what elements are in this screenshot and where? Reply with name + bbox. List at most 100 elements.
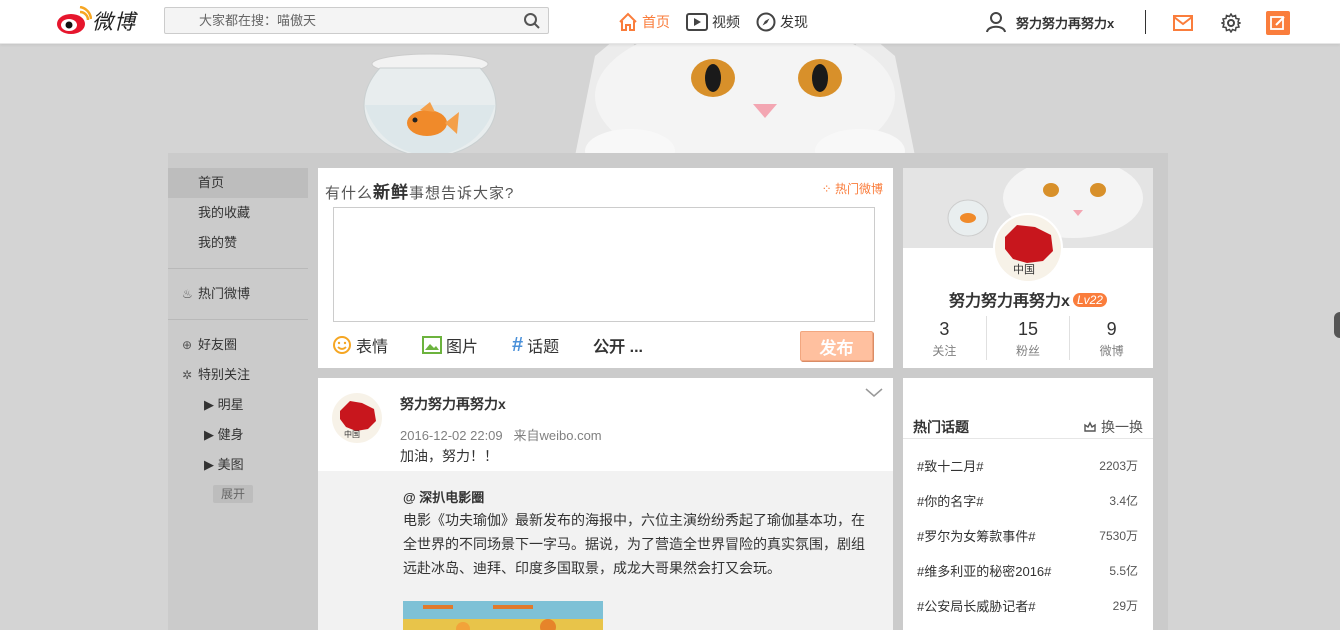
compass-icon bbox=[756, 12, 776, 32]
feed-source[interactable]: 来自weibo.com bbox=[514, 428, 602, 443]
publish-button[interactable]: 发布 bbox=[800, 331, 873, 361]
logo-text: 微博 bbox=[92, 11, 136, 34]
mail-icon bbox=[1173, 15, 1193, 31]
flame-icon: ♨ bbox=[182, 287, 193, 301]
profile-banner bbox=[0, 44, 1340, 164]
hot-topic-row[interactable]: #致十二月# 2203万 bbox=[903, 448, 1153, 483]
feed-avatar[interactable]: 中国 bbox=[332, 393, 382, 443]
feed-author-name[interactable]: 努力努力再努力x bbox=[400, 394, 506, 414]
hot-topic-count: 7530万 bbox=[1099, 529, 1138, 543]
sidebar-group-fitness[interactable]: ▶ 健身 bbox=[168, 420, 308, 450]
cat-illustration bbox=[545, 44, 945, 164]
refresh-icon bbox=[1084, 421, 1096, 432]
left-sidebar: 首页 我的收藏 我的赞 ♨ 热门微博 ⊕ 好友圈 ✲ 特别关注 ▶ 明星 ▶ 健身 ▶… bbox=[168, 168, 308, 503]
refresh-button[interactable]: 换一换 bbox=[1083, 417, 1143, 437]
sparkle-icon: ⁘ bbox=[821, 182, 835, 196]
post-composer: 有什么新鲜事想告诉大家? ⁘ 热门微博 表情 图片 # 话题 公开 ... 发布 bbox=[318, 168, 893, 368]
weibo-logo[interactable]: 微博 bbox=[56, 5, 136, 36]
sidebar-item-likes[interactable]: 我的赞 bbox=[168, 228, 308, 258]
repost-image[interactable] bbox=[403, 601, 603, 630]
top-bar: 微博 首页 视频 bbox=[0, 0, 1340, 44]
hot-topic-row[interactable]: #维多利亚的秘密2016# 5.5亿 bbox=[903, 553, 1153, 588]
sidebar-expand-button[interactable]: 展开 bbox=[213, 485, 253, 503]
repost-author[interactable]: @ 深扒电影圈 bbox=[403, 487, 484, 506]
chevron-down-icon bbox=[865, 388, 883, 397]
search-button[interactable] bbox=[516, 8, 548, 33]
settings-button[interactable] bbox=[1219, 11, 1243, 35]
stat-followers[interactable]: 15 粉丝 bbox=[985, 316, 1070, 360]
profile-card: 中国 努力努力再努力x Lv22 3 关注 15 粉丝 9 微博 bbox=[903, 168, 1153, 368]
hot-topics-title: 热门话题 bbox=[913, 419, 969, 435]
sidebar-item-home[interactable]: 首页 bbox=[168, 168, 308, 198]
triangle-icon: ▶ bbox=[204, 427, 218, 442]
hot-topic-row[interactable]: #公安局长威胁记者# 29万 bbox=[903, 588, 1153, 623]
composer-title-pre: 有什么 bbox=[325, 185, 374, 202]
gear-icon bbox=[1221, 13, 1241, 33]
hot-topic-row[interactable]: #你的名字# 3.4亿 bbox=[903, 483, 1153, 518]
nav-discover[interactable]: 发现 bbox=[756, 10, 808, 34]
image-icon bbox=[422, 336, 443, 354]
hot-topics-list: #致十二月# 2203万 #你的名字# 3.4亿 #罗尔为女筹款事件# 7530… bbox=[903, 448, 1153, 623]
sidebar-item-special[interactable]: ✲ 特别关注 bbox=[168, 360, 308, 390]
hashtag-icon: # bbox=[512, 333, 524, 356]
sidebar-item-hot[interactable]: ♨ 热门微博 bbox=[168, 279, 308, 309]
page-scroll-handle[interactable] bbox=[1334, 312, 1340, 338]
sidebar-item-favorites[interactable]: 我的收藏 bbox=[168, 198, 308, 228]
smiley-icon bbox=[333, 336, 351, 354]
stat-label: 粉丝 bbox=[1016, 344, 1041, 358]
visibility-selector[interactable]: 公开 ... bbox=[593, 333, 643, 357]
composer-hot-link[interactable]: ⁘ 热门微博 bbox=[822, 180, 883, 197]
stat-posts[interactable]: 9 微博 bbox=[1069, 316, 1153, 360]
user-menu[interactable]: 努力努力再努力x bbox=[986, 11, 1114, 33]
main-nav: 首页 视频 发现 bbox=[618, 10, 808, 34]
sidebar-divider bbox=[168, 268, 308, 269]
hot-topic-count: 5.5亿 bbox=[1109, 564, 1138, 578]
feed-meta: 2016-12-02 22:09 来自weibo.com bbox=[400, 425, 602, 444]
hot-topic-row[interactable]: #罗尔为女筹款事件# 7530万 bbox=[903, 518, 1153, 553]
search-box bbox=[164, 7, 549, 34]
stat-label: 关注 bbox=[932, 344, 957, 358]
stat-following[interactable]: 3 关注 bbox=[903, 316, 986, 360]
image-label: 图片 bbox=[446, 339, 479, 356]
level-badge[interactable]: Lv22 bbox=[1072, 293, 1107, 307]
nav-home[interactable]: 首页 bbox=[618, 10, 670, 34]
hot-topics-header: 热门话题 换一换 bbox=[903, 415, 1153, 439]
triangle-icon: ▶ bbox=[204, 397, 218, 412]
stat-label: 微博 bbox=[1099, 344, 1124, 358]
hot-topic-name[interactable]: #公安局长威胁记者# bbox=[917, 596, 1035, 615]
profile-avatar[interactable]: 中国 bbox=[993, 213, 1063, 283]
nav-video-label: 视频 bbox=[712, 14, 740, 30]
hot-topic-name[interactable]: #你的名字# bbox=[917, 491, 983, 510]
image-button[interactable]: 图片 bbox=[422, 333, 478, 357]
composer-toolbar: 表情 图片 # 话题 公开 ... bbox=[332, 333, 643, 357]
feed-time[interactable]: 2016-12-02 22:09 bbox=[400, 428, 503, 443]
sidebar-item-hot-label: 热门微博 bbox=[198, 286, 251, 301]
topic-button[interactable]: # 话题 bbox=[512, 333, 559, 357]
sidebar-group-label: 明星 bbox=[217, 397, 244, 412]
emoji-button[interactable]: 表情 bbox=[332, 333, 388, 357]
hot-topic-name[interactable]: #罗尔为女筹款事件# bbox=[917, 526, 1035, 545]
messages-button[interactable] bbox=[1171, 11, 1195, 35]
profile-name[interactable]: 努力努力再努力x Lv22 bbox=[903, 287, 1153, 311]
hot-topic-name[interactable]: #维多利亚的秘密2016# bbox=[917, 561, 1051, 580]
sidebar-group-photos[interactable]: ▶ 美图 bbox=[168, 450, 308, 480]
svg-text:中国: 中国 bbox=[1013, 263, 1035, 276]
sidebar-group-label: 美图 bbox=[217, 457, 244, 472]
feed-menu-button[interactable] bbox=[865, 386, 883, 401]
hot-topic-name[interactable]: #致十二月# bbox=[917, 456, 983, 475]
repost-block: @ 深扒电影圈 电影《功夫瑜伽》最新发布的海报中，六位主演纷纷秀起了瑜伽基本功，… bbox=[318, 471, 893, 630]
search-input[interactable] bbox=[165, 8, 505, 33]
composer-title-bold: 新鲜 bbox=[373, 183, 410, 202]
repost-text: 电影《功夫瑜伽》最新发布的海报中，六位主演纷纷秀起了瑜伽基本功，在全世界的不同场… bbox=[403, 512, 865, 576]
composer-title: 有什么新鲜事想告诉大家? bbox=[325, 178, 514, 203]
sidebar-group-stars[interactable]: ▶ 明星 bbox=[168, 390, 308, 420]
nav-home-label: 首页 bbox=[642, 14, 670, 30]
nav-video[interactable]: 视频 bbox=[686, 10, 740, 34]
sidebar-divider bbox=[168, 319, 308, 320]
sidebar-item-friends[interactable]: ⊕ 好友圈 bbox=[168, 330, 308, 360]
user-icon bbox=[986, 12, 1006, 33]
composer-textarea[interactable] bbox=[333, 207, 875, 322]
stat-number: 3 bbox=[939, 319, 950, 339]
compose-button[interactable] bbox=[1266, 11, 1290, 35]
composer-hot-link-label: 热门微博 bbox=[834, 182, 883, 196]
